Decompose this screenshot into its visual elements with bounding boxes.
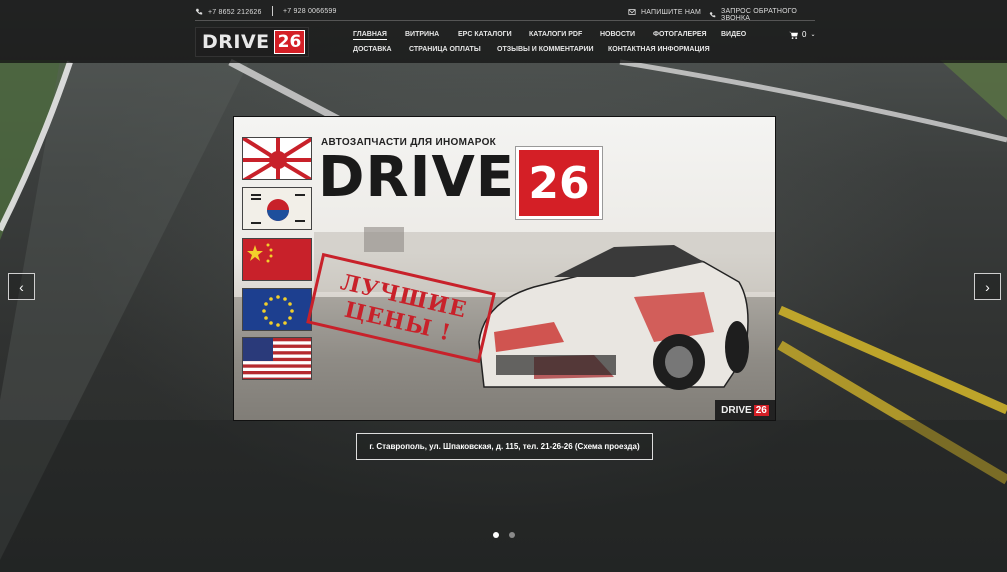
logo-number: 26 — [273, 30, 306, 54]
logo-word: DRIVE — [202, 31, 270, 53]
chevron-right-icon: › — [985, 278, 990, 295]
write-us-link[interactable]: НАПИШИТЕ НАМ — [628, 8, 701, 16]
chevron-down-icon: ⌄ — [810, 32, 816, 38]
phone-divider — [272, 6, 273, 16]
write-us-label: НАПИШИТЕ НАМ — [641, 8, 701, 16]
phone-1-text: +7 8652 212626 — [208, 8, 262, 16]
nav-home[interactable]: ГЛАВНАЯ — [353, 31, 387, 40]
nav-news[interactable]: НОВОСТИ — [600, 31, 635, 38]
chevron-left-icon: ‹ — [19, 278, 24, 295]
nav-reviews[interactable]: ОТЗЫВЫ И КОММЕНТАРИИ — [497, 46, 594, 53]
nav-payment-page[interactable]: СТРАНИЦА ОПЛАТЫ — [409, 46, 481, 53]
top-contact-bar: +7 8652 212626 +7 928 0066599 НАПИШИТЕ Н… — [195, 5, 815, 22]
slider-next-button[interactable]: › — [974, 273, 1001, 300]
callback-label: ЗАПРОС ОБРАТНОГО ЗВОНКА — [721, 8, 798, 22]
usa-flag-image — [242, 337, 312, 380]
nav-video[interactable]: ВИДЕО — [721, 31, 746, 38]
cart-count: 0 — [802, 30, 807, 39]
callback-phone-icon — [709, 12, 716, 18]
korea-flag-image — [242, 187, 312, 230]
slider-prev-button[interactable]: ‹ — [8, 273, 35, 300]
nav-delivery[interactable]: ДОСТАВКА — [353, 46, 392, 53]
site-header: +7 8652 212626 +7 928 0066599 НАПИШИТЕ Н… — [0, 0, 1007, 63]
nav-photo-gallery[interactable]: ФОТОГАЛЕРЕЯ — [653, 31, 707, 38]
phone-1[interactable]: +7 8652 212626 — [195, 8, 262, 16]
cart-icon — [789, 31, 798, 39]
address-link[interactable]: г. Ставрополь, ул. Шпаковская, д. 115, т… — [356, 433, 653, 460]
nav-contacts[interactable]: КОНТАКТНАЯ ИНФОРМАЦИЯ — [608, 46, 710, 53]
envelope-icon — [628, 9, 636, 15]
banner-corner-logo: DRIVE 26 — [715, 400, 775, 420]
nav-pdf-catalogs[interactable]: КАТАЛОГИ PDF — [529, 31, 582, 38]
eu-flag-image — [242, 288, 312, 331]
callback-link[interactable]: ЗАПРОС ОБРАТНОГО ЗВОНКА — [709, 8, 815, 22]
cart-button[interactable]: 0 ⌄ — [789, 30, 815, 39]
phone-2[interactable]: +7 928 0066599 — [283, 8, 337, 15]
site-logo[interactable]: DRIVE 26 — [195, 27, 309, 57]
slider-dot-1[interactable] — [493, 532, 499, 538]
slider-dot-2[interactable] — [509, 532, 515, 538]
badge-number: 26 — [753, 404, 769, 416]
nav-epc-catalogs[interactable]: EPC КАТАЛОГИ — [458, 31, 512, 38]
slider-pagination — [493, 532, 515, 538]
phone-2-text: +7 928 0066599 — [283, 8, 337, 15]
banner-title-word: DRIVE — [318, 145, 516, 210]
slider-banner-image[interactable]: АВТОЗАПЧАСТИ ДЛЯ ИНОМАРОК DRIVE 26 ЛУЧШИ… — [233, 116, 776, 421]
nav-showcase[interactable]: ВИТРИНА — [405, 31, 439, 38]
phone-icon — [195, 8, 203, 15]
badge-word: DRIVE — [721, 404, 752, 416]
china-flag-image — [242, 238, 312, 281]
japan-flag-image — [242, 137, 312, 180]
banner-title-number: 26 — [515, 146, 603, 220]
